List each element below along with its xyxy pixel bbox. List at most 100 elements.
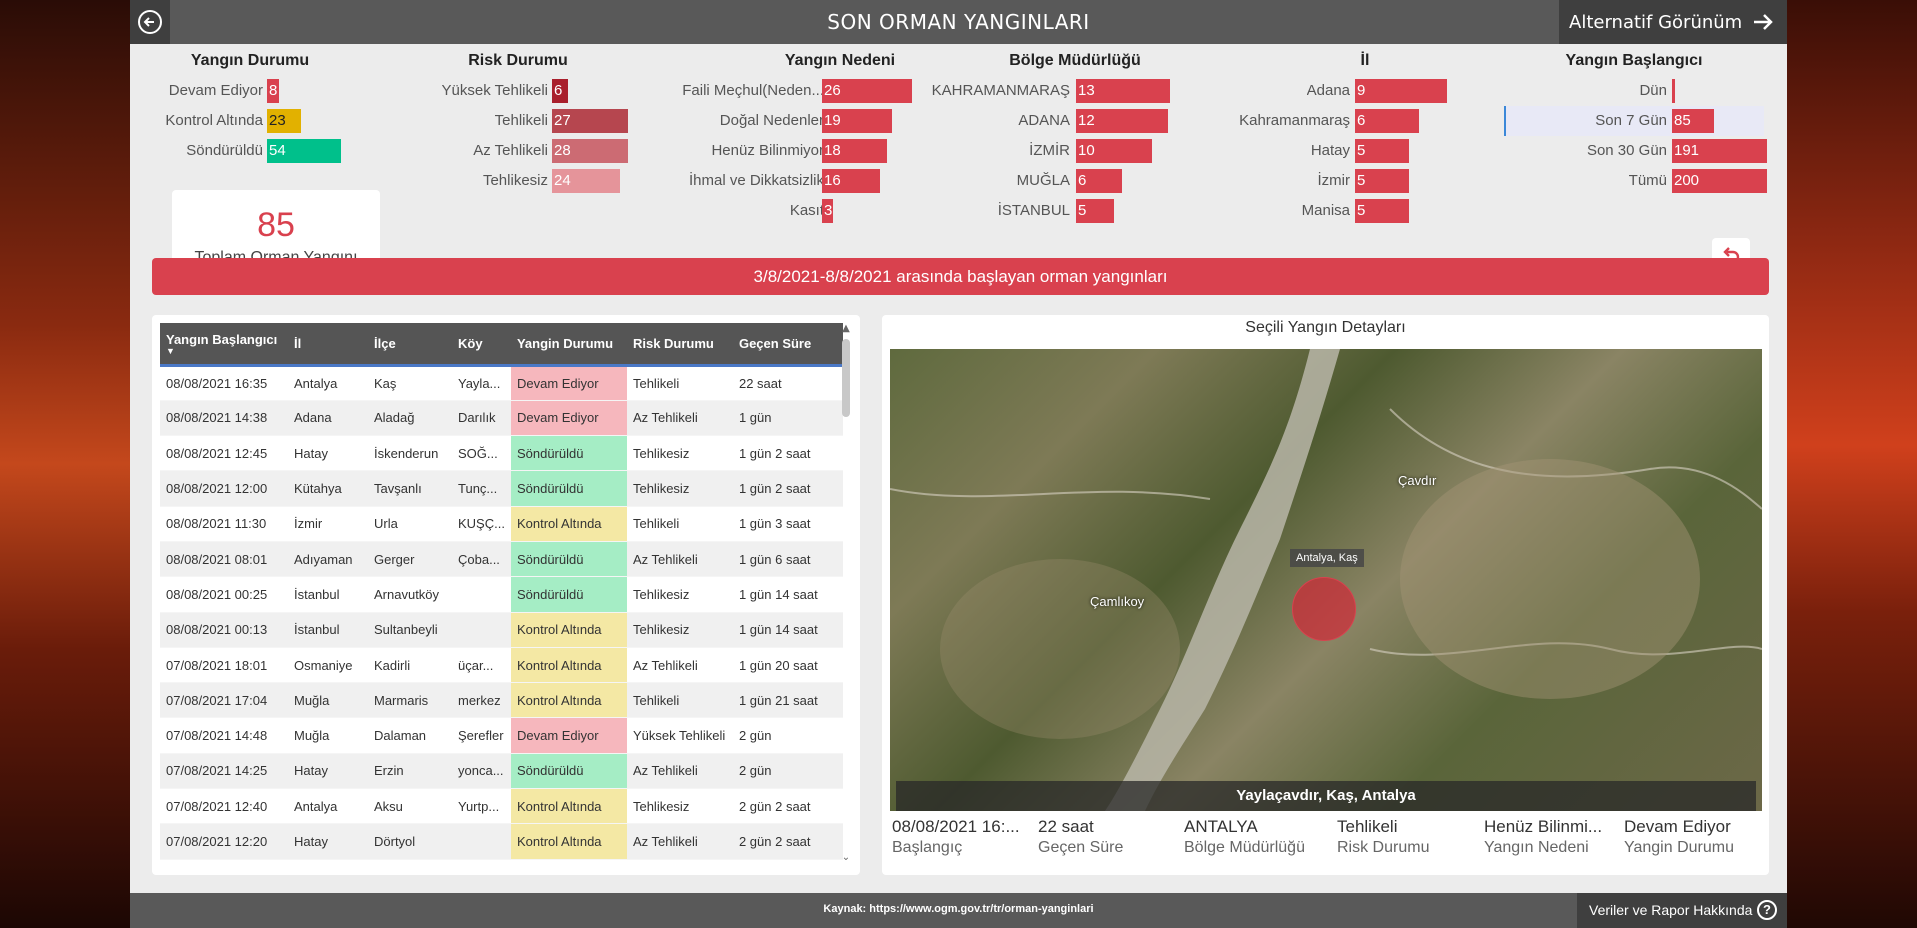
filter-row[interactable]: Yüksek Tehlikeli 6 — [413, 76, 623, 106]
filter-row[interactable]: Son 30 Gün 191 — [1504, 136, 1767, 166]
filter-row[interactable]: Kontrol Altında 23 — [160, 106, 340, 136]
satellite-map[interactable]: Çavdır Çamlıkoy Antalya, Kaş Yaylaçavdır… — [890, 349, 1762, 811]
filter-row[interactable]: Tehlikesiz 24 — [413, 166, 623, 196]
table-cell: Tehlikeli — [626, 365, 733, 401]
filter-row[interactable]: KAHRAMANMARAŞ 13 — [932, 76, 1190, 106]
filter-bar: 191 — [1672, 139, 1767, 163]
source-link[interactable]: Kaynak: https://www.ogm.gov.tr/tr/orman-… — [130, 903, 1787, 915]
table-row[interactable]: 07/08/2021 18:01 Osmaniye Kadirli üçar... Ko… — [160, 647, 843, 684]
filter-risk-durumu: Risk Durumu Yüksek Tehlikeli 6 Tehlikeli 2… — [413, 52, 628, 196]
table-cell: 1 gün 2 saat — [732, 435, 843, 472]
table-cell: Şerefler — [452, 717, 511, 754]
table-cell: Hatay — [288, 823, 368, 860]
filter-row[interactable]: Kahramanmaraş 6 — [1239, 106, 1480, 136]
table-row[interactable]: 07/08/2021 12:40 Antalya Aksu Yurtp... Kontr… — [160, 788, 843, 825]
filter-bar: 200 — [1672, 169, 1767, 193]
table-row[interactable]: 08/08/2021 08:01 Adıyaman Gerger Çoba... Sön… — [160, 541, 843, 578]
table-row[interactable]: 07/08/2021 17:04 Muğla Marmaris merkez Kontr… — [160, 682, 843, 719]
filter-row[interactable]: İhmal ve Dikkatsizlik 16 — [670, 166, 1010, 196]
filter-row[interactable]: Söndürüldü 54 — [160, 136, 341, 166]
filter-row[interactable]: Henüz Bilinmiyor 18 — [670, 136, 1010, 166]
col-header-gecen-sure[interactable]: Geçen Süre — [732, 323, 843, 367]
filter-bolge-mudurlugu: Bölge Müdürlüğü KAHRAMANMARAŞ 13 ADANA 12 … — [932, 52, 1190, 226]
filter-row[interactable]: MUĞLA 6 — [960, 166, 1190, 196]
table-cell: Muğla — [288, 717, 368, 754]
table-cell: Osmaniye — [288, 647, 368, 684]
filter-row[interactable]: ADANA 12 — [960, 106, 1190, 136]
filter-bar: 19 — [822, 109, 892, 133]
filter-row[interactable]: İZMİR 10 — [960, 136, 1190, 166]
filter-title: Yangın Başlangıcı — [1565, 52, 1703, 69]
table-cell: 07/08/2021 14:48 — [160, 717, 288, 754]
sort-desc-icon: ▼ — [166, 345, 175, 356]
table-cell: Az Tehlikeli — [626, 400, 733, 437]
filter-row[interactable]: Tehlikeli 27 — [413, 106, 628, 136]
table-cell: Marmaris — [368, 682, 452, 719]
col-header-il[interactable]: İl — [288, 323, 368, 367]
table-cell: 08/08/2021 00:13 — [160, 612, 288, 648]
table-row[interactable]: 07/08/2021 14:48 Muğla Dalaman Şerefler Deva… — [160, 717, 843, 754]
col-header-koy[interactable]: Köy — [452, 323, 511, 367]
table-scrollbar[interactable]: ▲ ⌄ — [840, 323, 852, 863]
filter-bar: 23 — [267, 109, 301, 133]
table-cell: Muğla — [288, 682, 368, 719]
table-cell: Söndürüldü — [510, 541, 627, 578]
fires-table-panel: Yangın Başlangıcı ▼ İl İlçe Köy Yangin Du… — [152, 315, 860, 875]
col-header-ilce[interactable]: İlçe — [368, 323, 452, 367]
table-cell: Urla — [368, 506, 452, 542]
table-cell: Tehlikesiz — [626, 788, 733, 825]
filter-title: İl — [1360, 52, 1370, 69]
alternative-view-button[interactable]: Alternatif Görünüm — [1559, 0, 1787, 44]
filter-row-selected[interactable]: Son 7 Gün 85 — [1504, 106, 1764, 136]
fire-location-marker[interactable] — [1292, 577, 1356, 641]
table-row[interactable]: 08/08/2021 00:13 İstanbul Sultanbeyli Kontr… — [160, 612, 843, 648]
table-cell: Tehlikesiz — [626, 470, 733, 507]
table-cell: 08/08/2021 08:01 — [160, 541, 288, 578]
table-row[interactable]: 07/08/2021 14:25 Hatay Erzin yonca... Söndür… — [160, 753, 843, 790]
table-cell: Kontrol Altında — [510, 823, 627, 860]
scroll-thumb[interactable] — [842, 339, 850, 417]
about-button[interactable]: Veriler ve Rapor Hakkında ? — [1577, 893, 1787, 928]
table-cell: Yurtp... — [452, 788, 511, 825]
detail-title: Seçili Yangın Detayları — [1245, 319, 1406, 336]
table-cell: Söndürüldü — [510, 576, 627, 613]
table-row[interactable]: 08/08/2021 16:35 Antalya Kaş Yayla... Devam … — [160, 365, 843, 401]
table-row[interactable]: 08/08/2021 12:00 Kütahya Tavşanlı Tunç... Sö… — [160, 470, 843, 507]
col-header-yangin-durumu[interactable]: Yangin Durumu — [510, 323, 627, 367]
table-row[interactable]: 08/08/2021 00:25 İstanbul Arnavutköy Söndür… — [160, 576, 843, 613]
filter-row[interactable]: İzmir 5 — [1250, 166, 1480, 196]
date-range-banner: 3/8/2021-8/8/2021 arasında başlayan orma… — [152, 258, 1769, 295]
filter-bar: 6 — [1076, 169, 1122, 193]
filter-row[interactable]: Manisa 5 — [1250, 196, 1480, 226]
filter-row[interactable]: Az Tehlikeli 28 — [413, 136, 628, 166]
filter-row[interactable]: Hatay 5 — [1250, 136, 1480, 166]
table-row[interactable]: 08/08/2021 14:38 Adana Aladağ Darılık Devam … — [160, 400, 843, 437]
alternative-view-label: Alternatif Görünüm — [1569, 11, 1743, 33]
table-row[interactable]: 08/08/2021 12:45 Hatay İskenderun SOĞ... Sön… — [160, 435, 843, 472]
table-cell: Adana — [288, 400, 368, 437]
col-header-baslangic[interactable]: Yangın Başlangıcı ▼ — [160, 323, 288, 367]
filter-bar: 5 — [1076, 199, 1114, 223]
col-header-risk-durumu[interactable]: Risk Durumu — [626, 323, 733, 367]
filter-row[interactable]: Adana 9 — [1250, 76, 1480, 106]
table-row[interactable]: 07/08/2021 12:20 Hatay Dörtyol Kontrol Altı… — [160, 823, 843, 860]
table-cell: Söndürüldü — [510, 435, 627, 472]
table-cell: yonca... — [452, 753, 511, 790]
table-cell: Devam Ediyor — [510, 717, 627, 754]
table-cell: Tehlikesiz — [626, 435, 733, 472]
total-fires-value: 85 — [257, 206, 295, 244]
table-cell: Yüksek Tehlikeli — [626, 717, 733, 754]
table-cell: 08/08/2021 12:00 — [160, 470, 288, 507]
filter-bar: 9 — [1355, 79, 1447, 103]
filter-row[interactable]: Doğal Nedenler 19 — [670, 106, 1010, 136]
scroll-down-icon[interactable]: ⌄ — [840, 852, 852, 863]
filter-bar: 24 — [552, 169, 620, 193]
filter-row[interactable]: Tümü 200 — [1504, 166, 1767, 196]
scroll-up-icon[interactable]: ▲ — [840, 323, 852, 334]
filter-row[interactable]: Devam Ediyor 8 — [160, 76, 340, 106]
filter-row[interactable]: Dün — [1504, 76, 1764, 106]
table-cell: Devam Ediyor — [510, 365, 627, 401]
filter-row[interactable]: Kasıt 3 — [670, 196, 1010, 226]
filter-row[interactable]: İSTANBUL 5 — [960, 196, 1190, 226]
table-row[interactable]: 08/08/2021 11:30 İzmir Urla KUŞÇ... Kontrol … — [160, 506, 843, 542]
